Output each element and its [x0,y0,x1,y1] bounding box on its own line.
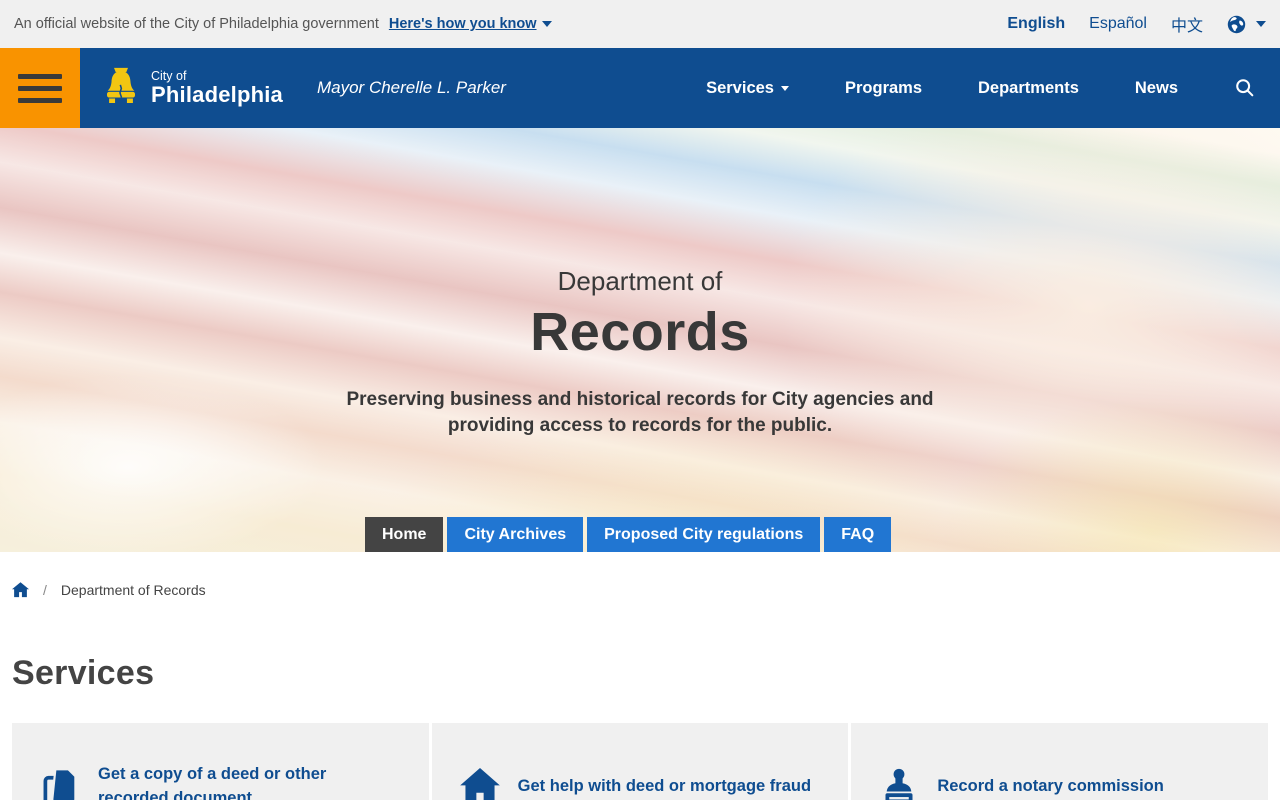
tab-faq[interactable]: FAQ [824,517,892,552]
service-card-notary[interactable]: Record a notary commission [851,723,1269,800]
breadcrumb-separator: / [43,582,47,598]
language-link-english[interactable]: English [1007,15,1065,33]
home-icon [459,768,500,800]
service-card-label: Get a copy of a deed or other recorded d… [98,765,327,800]
language-link-chinese[interactable]: 中文 [1171,12,1203,36]
liberty-bell-icon [107,67,135,104]
breadcrumb: / Department of Records [0,552,1280,598]
page-title: Records [530,302,750,362]
language-globe-menu[interactable] [1227,15,1266,34]
chevron-down-icon [541,21,552,27]
menu-button[interactable] [0,48,80,128]
services-heading: Services [12,654,155,692]
breadcrumb-current: Department of Records [60,582,206,598]
site-header: City of Philadelphia Mayor Cherelle L. P… [0,48,1280,128]
hero-banner: Department of Records Preserving busines… [0,128,1280,552]
logo-text-philadelphia: Philadelphia [151,82,283,108]
service-card-label: Record a notary commission [937,777,1164,796]
stamp-icon [879,767,919,800]
official-website-text: An official website of the City of Phila… [14,16,379,32]
service-card-fraud-help[interactable]: Get help with deed or mortgage fraud [431,723,849,800]
official-banner: An official website of the City of Phila… [0,0,1280,48]
search-icon [1236,79,1254,97]
copy-icon [40,767,80,800]
nav-departments-label: Departments [978,78,1079,97]
nav-news[interactable]: News [1135,79,1178,98]
chevron-down-icon [1256,21,1266,27]
service-card-deed-copy[interactable]: Get a copy of a deed or other recorded d… [12,723,429,800]
tab-proposed-city-regulations[interactable]: Proposed City regulations [587,517,821,552]
nav-programs[interactable]: Programs [845,79,922,98]
mayor-name-text: Mayor Cherelle L. Parker [316,78,506,97]
tab-city-archives[interactable]: City Archives [447,517,584,552]
services-section: Services Get a copy of a deed or other r… [0,654,1280,800]
globe-icon [1227,15,1246,33]
service-cards: Get a copy of a deed or other recorded d… [12,723,1269,800]
tab-home[interactable]: Home [365,517,444,552]
heres-how-you-know-link[interactable]: Here's how you know [389,16,552,32]
hero-kicker: Department of [557,266,723,296]
nav-departments[interactable]: Departments [978,79,1079,98]
city-of-philadelphia-logo[interactable]: City of Philadelphia [100,65,283,111]
breadcrumb-home-link[interactable] [12,582,29,598]
home-icon [12,582,29,598]
chevron-down-icon [780,85,789,91]
nav-services[interactable]: Services [706,79,789,98]
search-button[interactable] [1234,77,1256,99]
service-card-label: Get help with deed or mortgage fraud [517,777,812,796]
primary-nav: Services Programs Departments News [706,77,1280,99]
language-link-espanol[interactable]: Español [1089,15,1147,33]
nav-news-label: News [1134,78,1178,97]
heres-how-you-know-label: Here's how you know [388,16,537,32]
nav-services-label: Services [706,78,774,97]
nav-programs-label: Programs [844,78,923,97]
hero-subtitle: Preserving business and historical recor… [346,389,934,436]
section-tabs: Home City Archives Proposed City regulat… [365,517,892,552]
logo-text-city-of: City of [151,68,187,83]
